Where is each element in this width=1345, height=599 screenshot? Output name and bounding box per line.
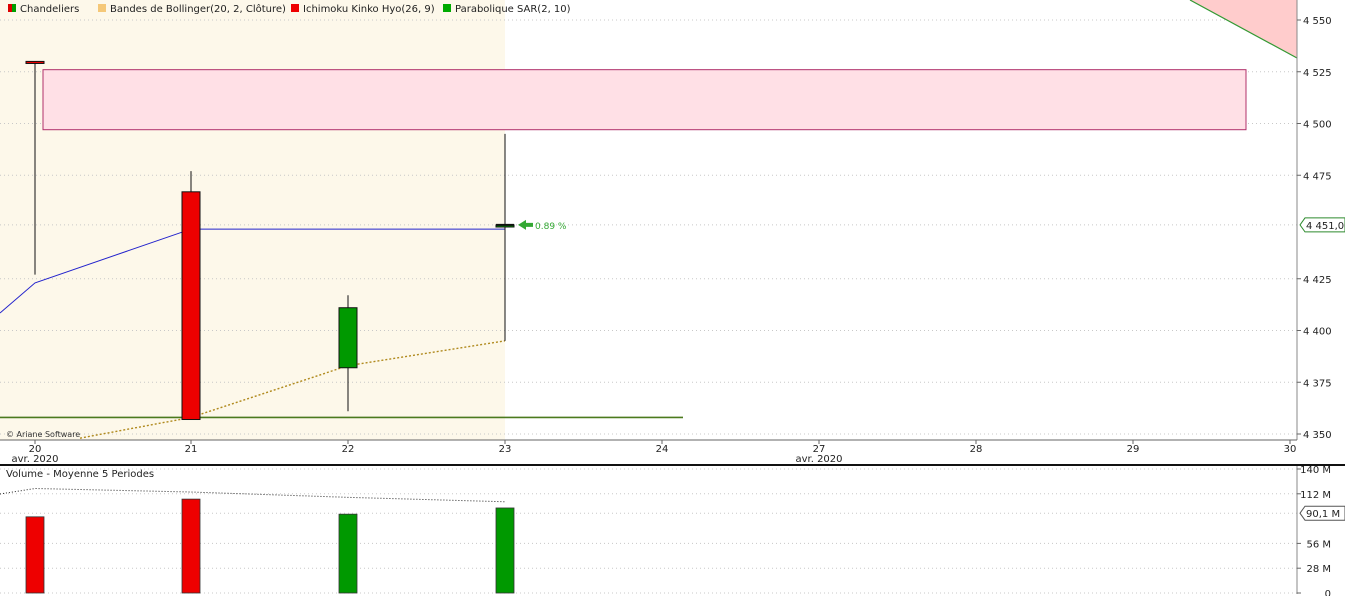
volume-axis-tick-label: 0 [1325, 589, 1331, 596]
legend-label: Parabolique SAR(2, 10) [455, 4, 571, 15]
price-axis-current-label: 4 451,00 [1306, 221, 1345, 232]
bollinger-band-area [0, 0, 505, 440]
ichimoku-cloud [42, 69, 1247, 131]
candle-body[interactable] [25, 60, 45, 64]
change-percent-label: 0.89 % [535, 222, 567, 232]
volume-axis-tick-label: 56 M [1306, 539, 1331, 550]
legend-label: Bandes de Bollinger(20, 2, Clôture) [110, 3, 286, 15]
date-axis-month-label: avr. 2020 [11, 454, 58, 465]
volume-axis-current-label: 90,1 M [1306, 509, 1340, 520]
date-axis-label: 23 [499, 444, 512, 455]
volume-axis-tick-label: 140 M [1300, 465, 1331, 476]
date-axis-label: 29 [1127, 444, 1140, 455]
date-axis-label: 21 [185, 444, 198, 455]
price-axis-tick-label: 4 350 [1303, 430, 1332, 441]
legend-swatch [291, 4, 299, 12]
price-axis-tick-label: 4 475 [1303, 171, 1332, 182]
volume-bar[interactable] [181, 498, 201, 594]
price-axis-tick-label: 4 550 [1303, 16, 1332, 27]
price-axis-tick-label: 4 375 [1303, 378, 1332, 389]
legend-swatch [443, 4, 451, 12]
volume-bar[interactable] [338, 513, 358, 594]
volume-bar[interactable] [495, 507, 515, 594]
price-axis-tick-label: 4 400 [1303, 327, 1332, 338]
date-axis-label: 30 [1284, 444, 1297, 455]
volume-moving-average-line [0, 487, 506, 503]
volume-panel-title: Volume - Moyenne 5 Periodes [6, 469, 154, 480]
legend-label: Chandeliers [20, 4, 79, 15]
candle-body[interactable] [338, 307, 358, 369]
volume-axis-tick-label: 112 M [1300, 490, 1331, 501]
price-axis-tick-label: 4 425 [1303, 275, 1332, 286]
legend-label: Ichimoku Kinko Hyo(26, 9) [303, 4, 435, 15]
copyright-label: © Ariane Software [6, 430, 80, 439]
candle-body[interactable] [181, 191, 201, 421]
legend-swatch [98, 4, 106, 12]
date-axis-label: 22 [342, 444, 355, 455]
date-axis-label: 24 [656, 444, 669, 455]
volume-bar[interactable] [25, 516, 45, 594]
volume-axis-tick-label: 28 M [1306, 564, 1331, 575]
stock-chart: 0.89 % 4 550 4 525 4 500 4 475 4 451,00 4 425 4… [0, 0, 1345, 599]
legend-swatch [8, 4, 12, 12]
price-axis-tick-label: 4 525 [1303, 68, 1332, 79]
price-axis-tick-label: 4 500 [1303, 120, 1332, 131]
legend-swatch [12, 4, 16, 12]
date-axis-label: 28 [970, 444, 983, 455]
change-arrow-icon [518, 219, 533, 230]
date-axis-month-label: avr. 2020 [795, 454, 842, 465]
chart-root: 0.89 % 4 550 4 525 4 500 4 475 4 451,00 4 425 4… [0, 0, 1345, 599]
